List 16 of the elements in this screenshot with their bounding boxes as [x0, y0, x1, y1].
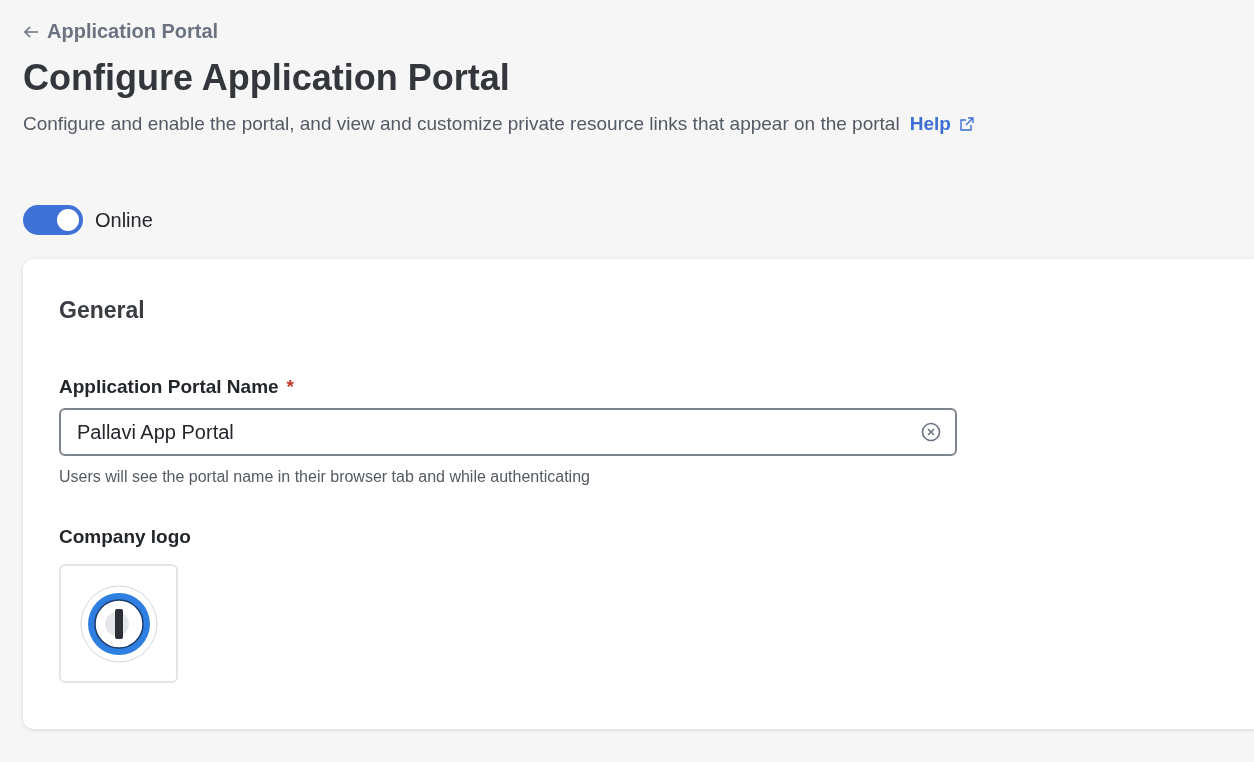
clear-icon[interactable]	[921, 422, 941, 442]
field-hint: Users will see the portal name in their browser tab and while authenticating	[59, 468, 591, 486]
logo-upload-tile[interactable]	[59, 564, 178, 683]
page-title: Configure Application Portal	[23, 57, 511, 99]
field-label: Application Portal Name	[59, 376, 279, 398]
logo-label: Company logo	[59, 526, 192, 548]
toggle-switch[interactable]	[23, 205, 83, 235]
back-arrow-icon	[23, 24, 39, 39]
required-mark: *	[286, 376, 294, 398]
portal-name-input[interactable]: Pallavi App Portal	[59, 408, 957, 456]
toggle-label: Online	[95, 208, 153, 232]
section-heading: General	[59, 297, 146, 324]
keyhole-logo-icon	[79, 584, 158, 663]
help-link[interactable]: Help	[909, 113, 974, 135]
page-description: Configure and enable the portal, and view and customize private resource links that appear on the portal	[23, 113, 900, 135]
external-link-icon	[958, 116, 974, 132]
